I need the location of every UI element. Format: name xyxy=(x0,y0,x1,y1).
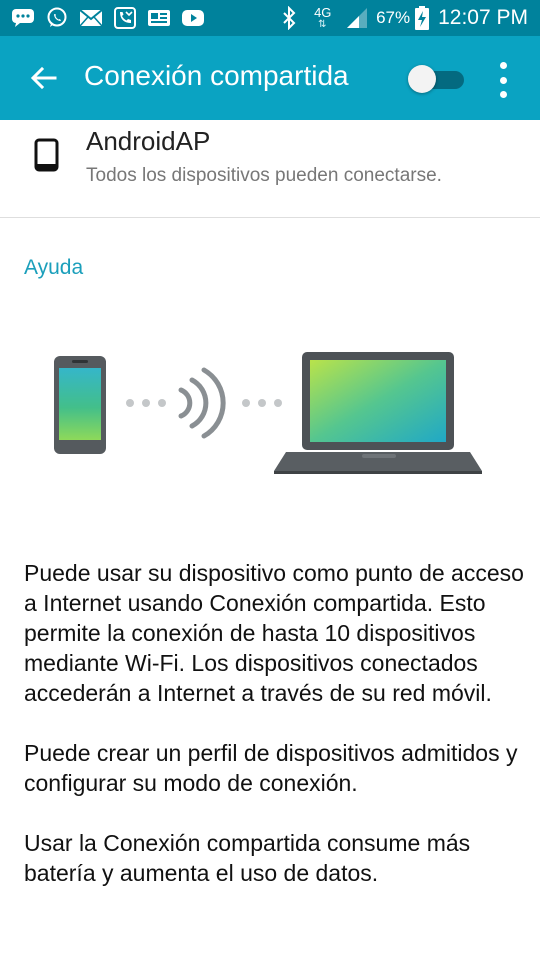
page-title: Conexión compartida xyxy=(84,60,349,91)
network-subtitle: Todos los dispositivos pueden conectarse… xyxy=(86,165,442,186)
help-paragraph: Usar la Conexión compartida consume más … xyxy=(24,830,471,886)
data-activity-icon: ⇅ xyxy=(318,19,327,30)
phone-illustration xyxy=(54,356,106,454)
missed-call-icon xyxy=(112,6,138,30)
help-text: Puede usar su dispositivo como punto de … xyxy=(24,558,524,918)
whatsapp-icon xyxy=(44,6,70,30)
youtube-icon xyxy=(180,6,206,30)
back-button[interactable] xyxy=(24,56,64,100)
arrow-left-icon xyxy=(30,66,57,90)
signal-icon xyxy=(344,6,370,30)
help-paragraph: Puede crear un perfil de dispositivos ad… xyxy=(24,740,518,796)
bluetooth-icon xyxy=(276,6,302,30)
battery-charging-icon xyxy=(414,6,430,30)
notification-icons xyxy=(10,6,214,30)
hotspot-network-item[interactable]: AndroidAP Todos los dispositivos pueden … xyxy=(0,120,540,218)
network-type-label: 4G xyxy=(314,5,332,20)
messages-icon xyxy=(10,6,36,30)
connection-dots-right xyxy=(242,399,282,407)
toggle-thumb xyxy=(408,65,436,93)
clock: 12:07 PM xyxy=(438,6,528,29)
laptop-illustration xyxy=(274,352,482,474)
connection-dots-left xyxy=(126,399,166,407)
more-vert-icon xyxy=(499,62,507,69)
phone-icon xyxy=(34,138,59,172)
help-section-title: Ayuda xyxy=(24,256,84,279)
help-paragraph: Puede usar su dispositivo como punto de … xyxy=(24,560,524,706)
tethering-illustration xyxy=(54,352,482,474)
network-type-indicator: 4G ⇅ xyxy=(312,3,338,33)
battery-percent: 67% xyxy=(376,8,411,27)
news-icon xyxy=(146,6,172,30)
app-bar: Conexión compartida xyxy=(0,36,540,120)
hotspot-toggle[interactable] xyxy=(406,64,466,94)
network-name: AndroidAP xyxy=(86,126,211,156)
more-options-button[interactable] xyxy=(488,62,518,98)
status-bar: 4G ⇅ 67% 12:07 PM xyxy=(0,0,540,36)
system-icons: 4G ⇅ 67% 12:07 PM xyxy=(276,0,528,36)
wifi-waves-icon xyxy=(178,367,226,439)
mail-icon xyxy=(78,6,104,30)
